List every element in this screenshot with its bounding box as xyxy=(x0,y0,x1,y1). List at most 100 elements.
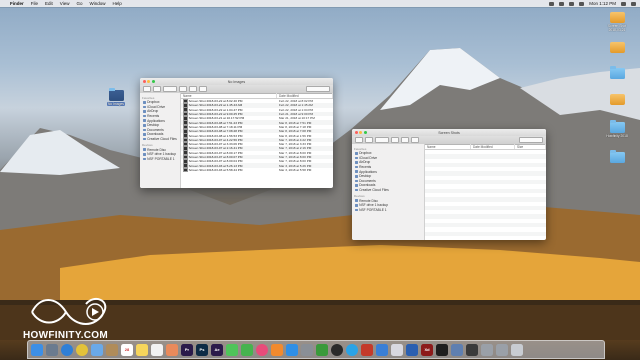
back-button[interactable] xyxy=(355,136,363,144)
column-date[interactable]: Date Modified xyxy=(471,144,515,149)
safari-icon[interactable] xyxy=(61,343,73,356)
ibooks-icon[interactable] xyxy=(271,343,283,356)
document-icon xyxy=(355,179,358,183)
finder-sidebar: Favorites Dropbox iCloud Drive AirDrop R… xyxy=(352,144,425,240)
wifi-icon[interactable] xyxy=(559,1,565,6)
infinity-logo-icon xyxy=(31,297,107,325)
arrange-button[interactable] xyxy=(179,85,187,93)
airdrop-icon xyxy=(355,161,358,164)
menu-go[interactable]: Go xyxy=(76,1,82,6)
sidebar-item-label: Recents xyxy=(359,165,372,170)
window-title: Screen Shots xyxy=(438,130,460,135)
share-button[interactable] xyxy=(411,136,419,144)
window-titlebar[interactable]: No Images xyxy=(140,78,333,85)
disc-icon xyxy=(355,199,358,202)
sidebar-item-portable[interactable]: NSF PORTABLE 1 xyxy=(140,157,180,162)
launchpad-icon[interactable] xyxy=(46,343,58,356)
arrange-button[interactable] xyxy=(391,136,399,144)
skype-icon[interactable] xyxy=(346,343,358,356)
activity-monitor-icon[interactable] xyxy=(466,343,478,356)
notification-center-icon[interactable] xyxy=(631,1,636,6)
menu-file[interactable]: File xyxy=(31,1,38,6)
xd-app-icon[interactable] xyxy=(391,343,403,356)
desktop-item[interactable] xyxy=(604,42,630,54)
mail-icon[interactable] xyxy=(91,343,103,356)
sidebar-item-portable[interactable]: NSF PORTABLE 1 xyxy=(352,208,424,213)
desktop-item[interactable] xyxy=(604,94,630,106)
column-name[interactable]: Name xyxy=(425,144,471,149)
app-store-icon[interactable] xyxy=(286,343,298,356)
photos-icon[interactable] xyxy=(166,343,178,356)
menu-finder[interactable]: Finder xyxy=(10,1,24,6)
file-row[interactable]: Screen Shot 2018-03-03 at 5.58.44 PM Mar … xyxy=(181,167,333,173)
search-field[interactable] xyxy=(306,85,330,93)
keynote-icon[interactable] xyxy=(376,343,388,356)
back-button[interactable] xyxy=(143,85,151,93)
messages-icon[interactable] xyxy=(226,343,238,356)
forward-button[interactable] xyxy=(153,85,161,93)
word-icon[interactable] xyxy=(406,343,418,356)
dock: 28 Pr Ps Ae Xd xyxy=(27,340,605,359)
column-date[interactable]: Date Modified xyxy=(277,93,333,98)
desktop-item-no-images[interactable]: No Images xyxy=(103,88,129,106)
after-effects-icon[interactable]: Ae xyxy=(211,343,223,356)
finder-icon[interactable] xyxy=(31,343,43,356)
calendar-icon[interactable]: 28 xyxy=(121,343,133,356)
chrome-icon[interactable] xyxy=(76,343,88,356)
view-mode-button[interactable] xyxy=(163,85,177,93)
trash-icon[interactable] xyxy=(511,343,523,356)
downloads-icon[interactable] xyxy=(481,343,493,356)
contacts-icon[interactable] xyxy=(106,343,118,356)
drive-icon xyxy=(609,12,625,23)
sidebar-item-label: iCloud Drive xyxy=(147,104,166,109)
camtasia-icon[interactable] xyxy=(316,343,328,356)
desktop-item[interactable]: Howfinity 2018 xyxy=(604,120,630,138)
menu-window[interactable]: Window xyxy=(90,1,106,6)
drive-icon xyxy=(609,42,625,53)
volume-icon[interactable] xyxy=(569,1,575,6)
desktop-item[interactable] xyxy=(604,150,630,164)
menu-edit[interactable]: Edit xyxy=(45,1,53,6)
file-list: Name Date Modified Size xyxy=(425,144,546,240)
share-button[interactable] xyxy=(199,85,207,93)
preview-icon[interactable] xyxy=(451,343,463,356)
documents-icon[interactable] xyxy=(496,343,508,356)
filezilla-icon[interactable] xyxy=(361,343,373,356)
action-button[interactable] xyxy=(189,85,197,93)
dropbox-icon xyxy=(143,101,146,104)
spotlight-icon[interactable] xyxy=(621,1,626,6)
notes-icon[interactable] xyxy=(136,343,148,356)
photoshop-icon[interactable]: Ps xyxy=(196,343,208,356)
search-field[interactable] xyxy=(519,136,543,144)
desktop-item[interactable]: Screen Shot 2018-03-21 xyxy=(604,12,630,32)
menu-help[interactable]: Help xyxy=(113,1,122,6)
view-mode-button[interactable] xyxy=(375,136,389,144)
column-size[interactable]: Size xyxy=(515,144,546,149)
obs-icon[interactable] xyxy=(331,343,343,356)
battery-icon[interactable] xyxy=(579,1,585,6)
system-preferences-icon[interactable] xyxy=(301,343,313,356)
sidebar-item-label: Remote Disc xyxy=(359,198,378,203)
window-title: No Images xyxy=(227,79,246,84)
column-name[interactable]: Name xyxy=(181,93,277,98)
facetime-icon[interactable] xyxy=(241,343,253,356)
terminal-icon[interactable] xyxy=(436,343,448,356)
menu-view[interactable]: View xyxy=(60,1,70,6)
dropbox-status-icon[interactable] xyxy=(549,1,555,6)
sidebar-item-label: Applications xyxy=(359,169,377,174)
itunes-icon[interactable] xyxy=(256,343,268,356)
sidebar-item-label: NSF drive 1 backup xyxy=(359,203,389,208)
desktop-item-label: Screen Shot 2018-03-21 xyxy=(607,24,627,32)
drive-icon xyxy=(609,94,625,105)
clock-icon xyxy=(355,165,358,169)
window-titlebar[interactable]: Screen Shots xyxy=(352,129,546,136)
creative-cloud-icon xyxy=(143,137,146,141)
acrobat-icon[interactable]: Xd xyxy=(421,343,433,356)
reminders-icon[interactable] xyxy=(151,343,163,356)
clock[interactable]: Mon 1:12 PM xyxy=(589,1,616,6)
sidebar-item-label: Documents xyxy=(359,178,376,183)
forward-button[interactable] xyxy=(365,136,373,144)
action-button[interactable] xyxy=(401,136,409,144)
premiere-icon[interactable]: Pr xyxy=(181,343,193,356)
desktop-item[interactable] xyxy=(604,66,630,80)
